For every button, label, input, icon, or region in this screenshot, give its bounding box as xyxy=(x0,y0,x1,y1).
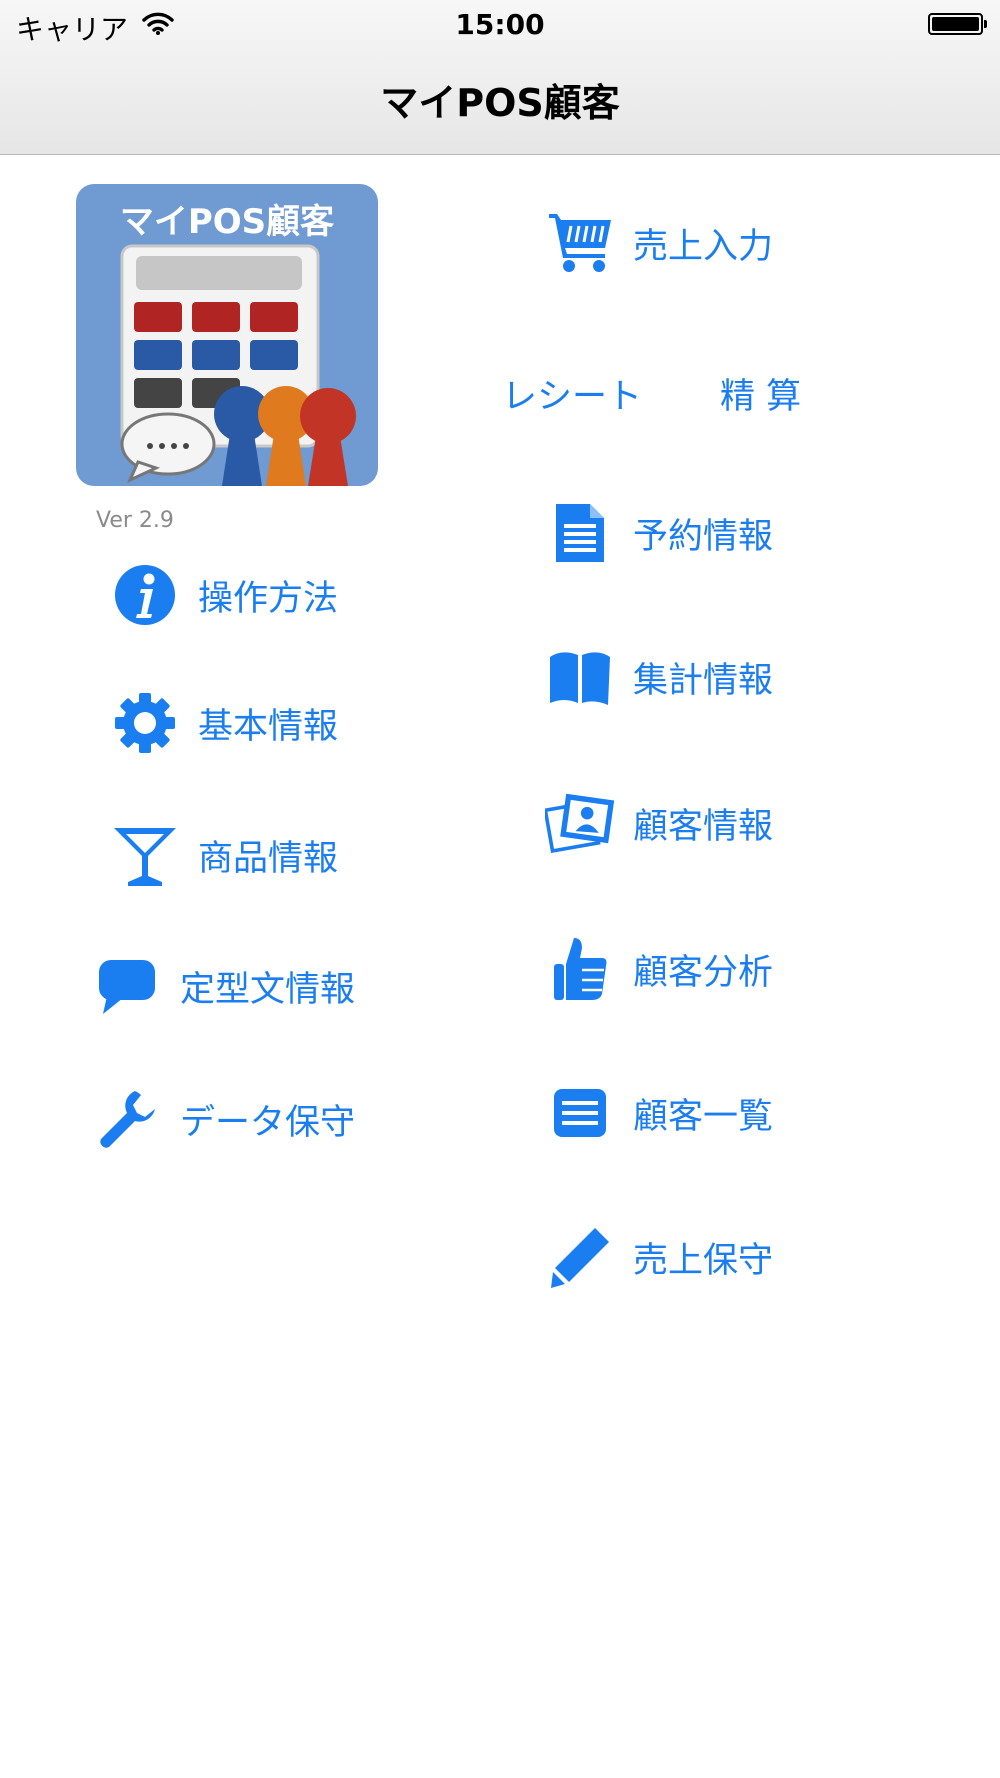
menu-label: 予約情報 xyxy=(633,516,774,557)
menu-label: 顧客一覧 xyxy=(633,1096,774,1137)
menu-operation-guide[interactable]: 操作方法 xyxy=(110,560,338,630)
menu-customer-info[interactable]: 顧客情報 xyxy=(545,788,773,858)
menu-label: 操作方法 xyxy=(198,578,339,619)
menu-label: 売上入力 xyxy=(633,226,774,267)
menu-basic-info[interactable]: 基本情報 xyxy=(110,688,338,758)
menu-label: データ保守 xyxy=(180,1102,356,1143)
menu-customer-list[interactable]: 顧客一覧 xyxy=(545,1078,773,1148)
menu-reservation-info[interactable]: 予約情報 xyxy=(545,498,773,568)
menu-label: 売上保守 xyxy=(633,1240,774,1281)
version-label: Ver 2.9 xyxy=(96,508,174,533)
info-icon xyxy=(110,560,180,630)
photo-person-icon xyxy=(545,788,615,858)
speech-bubble-icon xyxy=(92,951,162,1021)
book-icon xyxy=(545,642,615,712)
menu-label: 顧客情報 xyxy=(633,806,774,847)
menu-label: 基本情報 xyxy=(198,706,339,747)
settlement-button[interactable]: 精 算 xyxy=(720,368,801,419)
menu-sales-entry[interactable]: 売上入力 xyxy=(545,208,773,278)
menu-sales-maintenance[interactable]: 売上保守 xyxy=(545,1222,773,1292)
app-logo: マイPOS顧客 xyxy=(76,184,378,486)
menu-template-text-info[interactable]: 定型文情報 xyxy=(92,951,355,1021)
menu-label: 集計情報 xyxy=(633,660,774,701)
menu-customer-analysis[interactable]: 顧客分析 xyxy=(545,934,773,1004)
menu-data-maintenance[interactable]: データ保守 xyxy=(92,1084,355,1154)
menu-label: 商品情報 xyxy=(198,838,339,879)
calculator-people-illustration xyxy=(120,244,356,486)
wrench-icon xyxy=(92,1084,162,1154)
receipt-button[interactable]: レシート xyxy=(502,368,642,419)
pencil-icon xyxy=(545,1222,615,1292)
document-icon xyxy=(545,498,615,568)
list-icon xyxy=(545,1078,615,1148)
status-time: 15:00 xyxy=(455,8,545,41)
thumbs-up-icon xyxy=(545,934,615,1004)
gear-icon xyxy=(110,688,180,758)
menu-label: 定型文情報 xyxy=(180,969,356,1010)
menu-label: 顧客分析 xyxy=(633,952,774,993)
shopping-cart-icon xyxy=(545,208,615,278)
menu-product-info[interactable]: 商品情報 xyxy=(110,820,338,890)
battery-icon xyxy=(928,13,987,35)
cocktail-glass-icon xyxy=(110,820,180,890)
navigation-bar: キャリア 15:00 マイPOS顧客 xyxy=(0,0,1000,155)
page-title: マイPOS顧客 xyxy=(380,81,620,125)
menu-summary-info[interactable]: 集計情報 xyxy=(545,642,773,712)
